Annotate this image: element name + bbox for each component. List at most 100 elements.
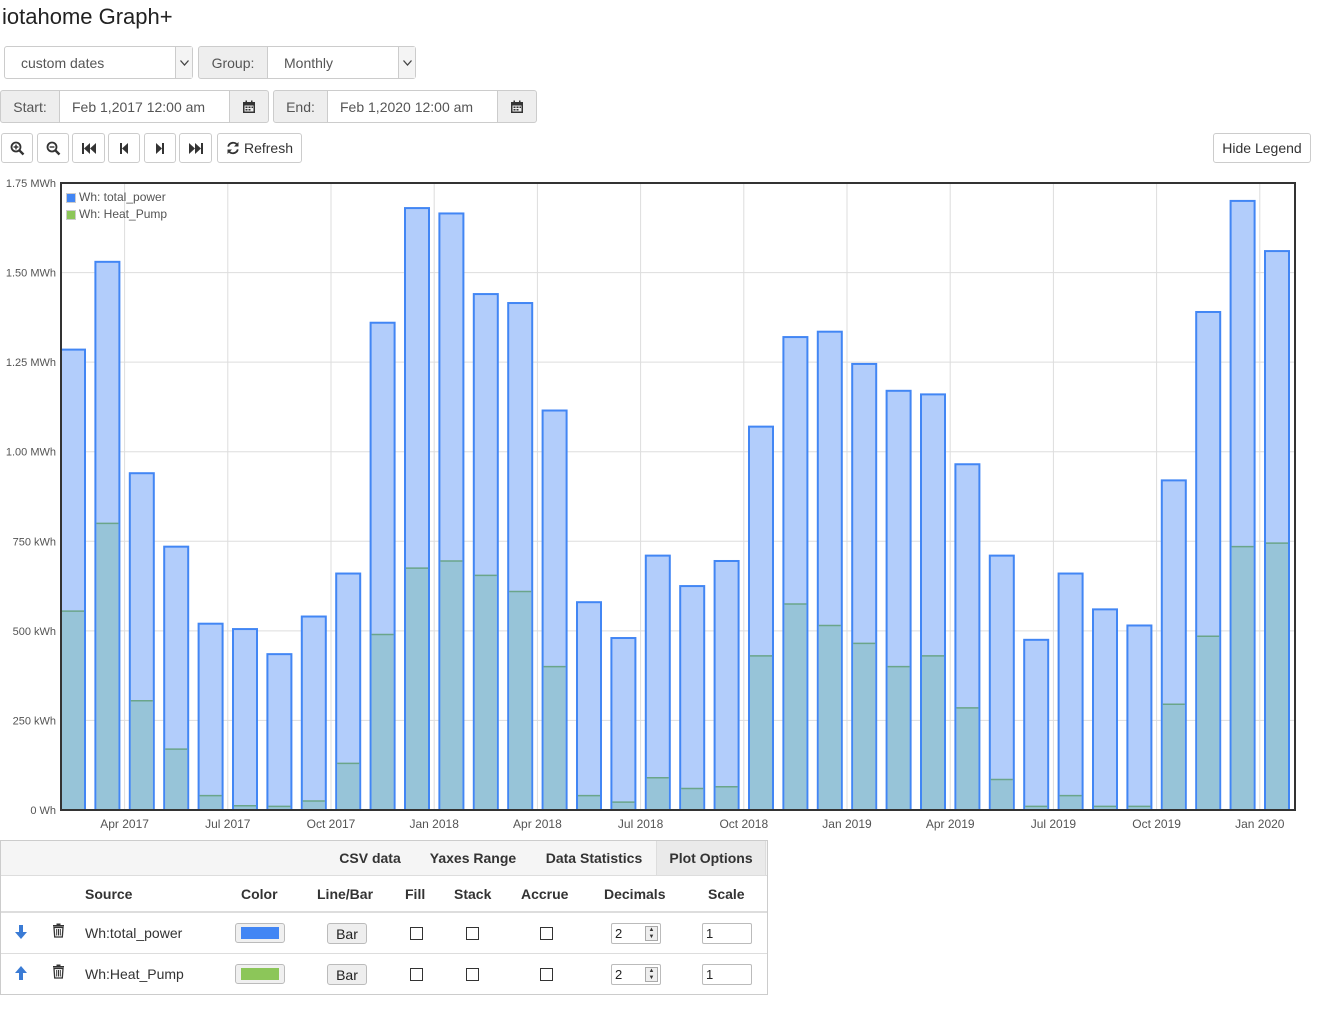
group-label: Group:	[198, 46, 268, 79]
decimals-input[interactable]: 2 ▲ ▼	[611, 964, 661, 985]
start-date-input[interactable]: Feb 1,2017 12:00 am	[59, 90, 230, 123]
range-select[interactable]: custom dates	[4, 46, 193, 79]
trash-icon[interactable]	[52, 964, 65, 979]
bar-heat-pump	[165, 749, 188, 809]
bar-total-power	[713, 559, 740, 811]
chevron-down-icon	[175, 47, 192, 78]
tab-plot-options[interactable]: Plot Options	[656, 841, 766, 875]
bar-heat-pump	[406, 568, 428, 809]
zoom-in-icon	[10, 141, 24, 155]
end-calendar-button[interactable]	[497, 90, 537, 123]
bar-heat-pump	[784, 603, 807, 809]
hide-legend-button[interactable]: Hide Legend	[1213, 133, 1311, 163]
group-select[interactable]: Monthly	[267, 46, 416, 79]
bar-heat-pump	[302, 801, 325, 809]
header-stack: Stack	[454, 886, 492, 902]
y-tick-label: 250 kWh	[13, 715, 56, 727]
refresh-label: Refresh	[243, 140, 294, 156]
bar-total-power	[300, 615, 327, 812]
fill-checkbox[interactable]	[410, 927, 423, 940]
decimals-value: 2	[615, 967, 623, 982]
y-tick-label: 500 kWh	[13, 626, 56, 638]
trash-icon[interactable]	[52, 923, 65, 938]
decimals-value: 2	[615, 926, 623, 941]
x-tick-label: Apr 2019	[926, 817, 975, 831]
energy-bar-chart[interactable]: 0 Wh 250 kWh 500 kWh 750 kWh 1.00 MWh 1.25 MW…	[0, 176, 1310, 836]
bar-heat-pump	[1059, 795, 1082, 809]
zoom-out-button[interactable]	[37, 133, 69, 163]
spinner-icon[interactable]: ▲ ▼	[645, 926, 658, 941]
group-select-value: Monthly	[284, 55, 334, 71]
scale-input[interactable]: 1	[702, 923, 752, 944]
skip-backward-button[interactable]	[72, 133, 105, 163]
bar-heat-pump	[1266, 543, 1288, 809]
bar-total-power	[1126, 624, 1153, 811]
arrow-down-icon[interactable]	[14, 924, 28, 940]
legend-swatch	[66, 192, 76, 203]
line-bar-toggle[interactable]: Bar	[327, 923, 367, 944]
bar-total-power	[610, 637, 637, 811]
color-picker[interactable]	[235, 923, 285, 943]
color-swatch	[241, 968, 279, 980]
bar-total-power	[679, 585, 706, 812]
spinner-icon[interactable]: ▲ ▼	[645, 967, 658, 982]
zoom-in-button[interactable]	[1, 133, 33, 163]
bar-total-power	[988, 554, 1015, 812]
start-label: Start:	[0, 90, 60, 123]
panel-tabs: CSV data Yaxes Range Data Statistics Plo…	[1, 841, 767, 876]
bar-heat-pump	[371, 634, 394, 809]
bar-heat-pump	[337, 763, 360, 809]
source-name: Wh:total_power	[85, 925, 183, 941]
plot-options-panel: CSV data Yaxes Range Data Statistics Plo…	[0, 840, 768, 995]
bar-heat-pump	[62, 611, 84, 809]
line-bar-toggle[interactable]: Bar	[327, 964, 367, 985]
bar-total-power	[1057, 572, 1084, 811]
skip-forward-button[interactable]	[179, 133, 212, 163]
step-forward-button[interactable]	[144, 133, 176, 163]
refresh-button[interactable]: Refresh	[217, 133, 302, 163]
accrue-checkbox[interactable]	[540, 968, 553, 981]
decimals-input[interactable]: 2 ▲ ▼	[611, 923, 661, 944]
bar-heat-pump	[509, 591, 532, 809]
header-accrue: Accrue	[521, 886, 569, 902]
refresh-icon	[227, 141, 239, 155]
x-tick-label: Oct 2017	[307, 817, 356, 831]
bar-heat-pump	[922, 655, 944, 809]
bar-heat-pump	[543, 666, 566, 809]
start-calendar-button[interactable]	[229, 90, 269, 123]
bar-heat-pump	[818, 625, 841, 809]
bar-total-power	[644, 554, 671, 812]
bar-heat-pump	[956, 707, 979, 809]
color-picker[interactable]	[235, 964, 285, 984]
tab-csv-data[interactable]: CSV data	[327, 841, 413, 875]
header-line-bar: Line/Bar	[317, 886, 374, 902]
x-tick-label: Apr 2017	[100, 817, 149, 831]
x-tick-label: Jul 2019	[1031, 817, 1077, 831]
tab-data-statistics[interactable]: Data Statistics	[533, 841, 655, 875]
scale-input[interactable]: 1	[702, 964, 752, 985]
header-fill: Fill	[405, 886, 426, 902]
bar-heat-pump	[1231, 546, 1254, 809]
bar-total-power	[1023, 638, 1050, 812]
table-row: Wh:Heat_Pump Bar 2 ▲ ▼ 1	[1, 954, 767, 995]
bar-heat-pump	[578, 795, 600, 809]
bar-heat-pump	[130, 700, 153, 809]
stack-checkbox[interactable]	[466, 968, 479, 981]
fill-checkbox[interactable]	[410, 968, 423, 981]
header-color: Color	[241, 886, 278, 902]
zoom-out-icon	[46, 141, 60, 155]
bar-heat-pump	[440, 560, 463, 809]
tab-yaxes-range[interactable]: Yaxes Range	[415, 841, 531, 875]
y-tick-label: 750 kWh	[13, 536, 56, 548]
page-title: iotahome Graph+	[2, 4, 173, 29]
stack-checkbox[interactable]	[466, 927, 479, 940]
y-tick-label: 1.50 MWh	[6, 268, 56, 280]
arrow-up-icon[interactable]	[14, 965, 28, 981]
calendar-icon	[511, 100, 523, 113]
step-backward-button[interactable]	[108, 133, 140, 163]
bar-heat-pump	[750, 655, 772, 809]
header-decimals: Decimals	[604, 886, 666, 902]
bar-heat-pump	[887, 666, 910, 809]
end-date-input[interactable]: Feb 1,2020 12:00 am	[327, 90, 498, 123]
accrue-checkbox[interactable]	[540, 927, 553, 940]
